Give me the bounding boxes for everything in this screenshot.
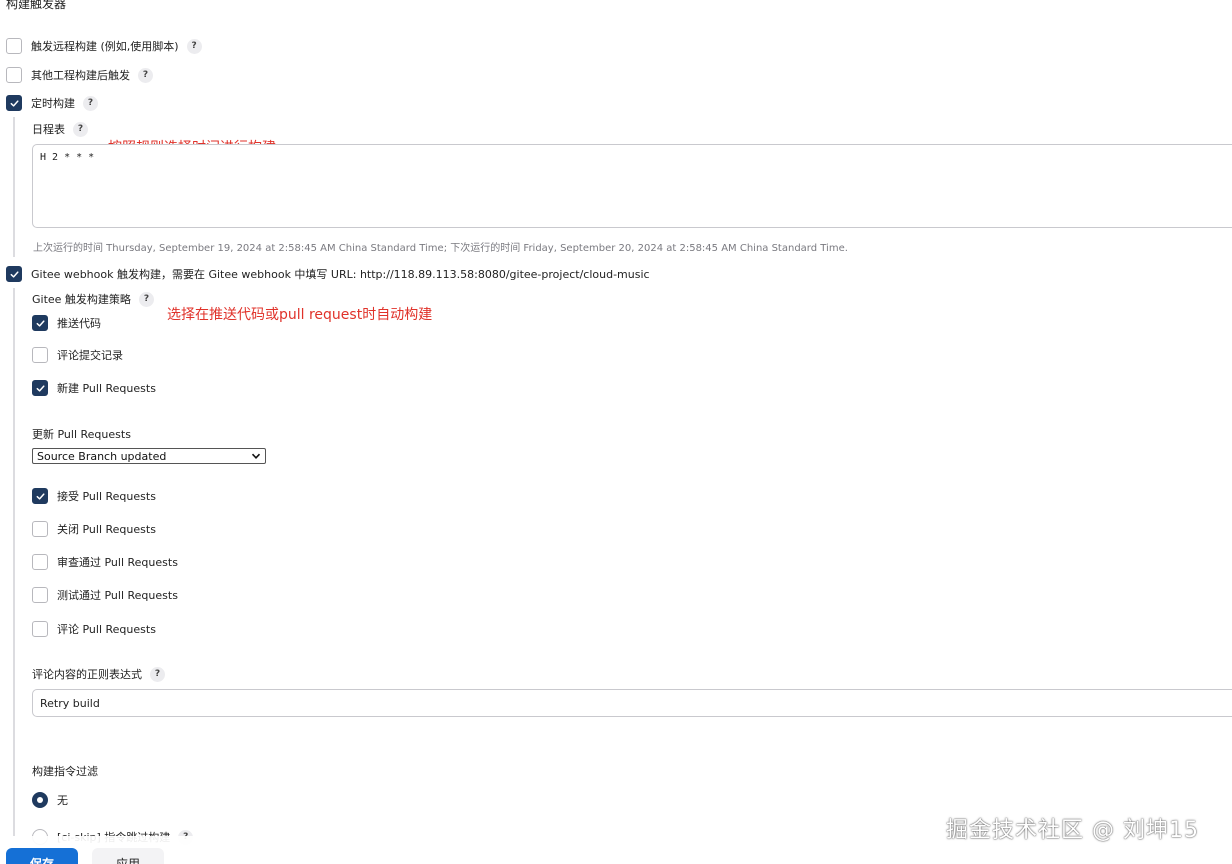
periodic-nest-line: [13, 117, 15, 257]
strategy-label: Gitee 触发构建策略: [32, 293, 131, 306]
review-pr-checkbox[interactable]: [32, 554, 48, 570]
build-filter-label: 构建指令过滤: [32, 765, 98, 778]
close-pr-checkbox[interactable]: [32, 521, 48, 537]
regex-input[interactable]: Retry build: [32, 689, 1232, 717]
schedule-textarea[interactable]: [32, 144, 1232, 228]
push-code-label: 推送代码: [57, 317, 101, 330]
trigger-periodic[interactable]: 定时构建 ?: [6, 95, 98, 111]
strategy-option[interactable]: 新建 Pull Requests: [32, 380, 156, 396]
schedule-hint: 上次运行的时间 Thursday, September 19, 2024 at …: [33, 243, 848, 254]
help-icon[interactable]: ?: [83, 95, 98, 111]
section-title: 构建触发器: [6, 0, 67, 11]
chevron-down-icon: [251, 453, 261, 459]
test-pr-checkbox[interactable]: [32, 587, 48, 603]
schedule-label: 日程表: [32, 123, 65, 136]
update-pr-label: 更新 Pull Requests: [32, 428, 131, 441]
filter-none-radio[interactable]: [32, 792, 48, 808]
review-pr-label: 审查通过 Pull Requests: [57, 556, 178, 569]
strategy-option[interactable]: 推送代码: [32, 315, 101, 331]
gitee-nest-line: [13, 288, 15, 836]
strategy-option[interactable]: 关闭 Pull Requests: [32, 521, 156, 537]
gitee-label: Gitee webhook 触发构建，需要在 Gitee webhook 中填写…: [31, 268, 650, 281]
new-pr-label: 新建 Pull Requests: [57, 382, 156, 395]
strategy-option[interactable]: 测试通过 Pull Requests: [32, 587, 178, 603]
close-pr-label: 关闭 Pull Requests: [57, 523, 156, 536]
periodic-label: 定时构建: [31, 97, 75, 110]
strategy-label-row: Gitee 触发构建策略 ?: [32, 291, 154, 307]
strategy-option[interactable]: 审查通过 Pull Requests: [32, 554, 178, 570]
periodic-checkbox[interactable]: [6, 95, 22, 111]
help-icon[interactable]: ?: [73, 121, 88, 137]
schedule-label-row: 日程表 ?: [32, 121, 88, 137]
update-pr-select[interactable]: Source Branch updated: [32, 448, 266, 464]
trigger-gitee[interactable]: Gitee webhook 触发构建，需要在 Gitee webhook 中填写…: [6, 266, 650, 282]
watermark: 掘金技术社区 @ 刘坤15: [946, 818, 1199, 843]
comment-pr-label: 评论 Pull Requests: [57, 623, 156, 636]
strategy-annotation: 选择在推送代码或pull request时自动构建: [167, 307, 433, 323]
save-button[interactable]: 保存: [6, 848, 78, 864]
new-pr-checkbox[interactable]: [32, 380, 48, 396]
remote-trigger-checkbox[interactable]: [6, 38, 22, 54]
comment-commit-label: 评论提交记录: [57, 349, 123, 362]
regex-value: Retry build: [40, 696, 100, 710]
filter-none-label: 无: [57, 794, 68, 807]
test-pr-label: 测试通过 Pull Requests: [57, 589, 178, 602]
after-other-label: 其他工程构建后触发: [31, 69, 130, 82]
strategy-option[interactable]: 接受 Pull Requests: [32, 488, 156, 504]
strategy-option[interactable]: 评论 Pull Requests: [32, 621, 156, 637]
help-icon[interactable]: ?: [138, 291, 154, 307]
strategy-option[interactable]: 评论提交记录: [32, 347, 123, 363]
after-other-checkbox[interactable]: [6, 67, 22, 83]
accept-pr-checkbox[interactable]: [32, 488, 48, 504]
regex-label: 评论内容的正则表达式: [32, 668, 142, 681]
comment-pr-checkbox[interactable]: [32, 621, 48, 637]
help-icon[interactable]: ?: [150, 666, 165, 682]
trigger-remote[interactable]: 触发远程构建 (例如,使用脚本) ?: [6, 38, 202, 54]
help-icon[interactable]: ?: [138, 67, 153, 83]
build-filter-option[interactable]: 无: [32, 792, 68, 808]
update-pr-selected: Source Branch updated: [37, 449, 167, 463]
help-icon[interactable]: ?: [186, 38, 202, 54]
push-code-checkbox[interactable]: [32, 315, 48, 331]
apply-button[interactable]: 应用: [92, 848, 164, 864]
remote-trigger-label: 触发远程构建 (例如,使用脚本): [31, 40, 179, 53]
gitee-checkbox[interactable]: [6, 266, 22, 282]
regex-label-row: 评论内容的正则表达式 ?: [32, 666, 165, 682]
accept-pr-label: 接受 Pull Requests: [57, 490, 156, 503]
trigger-after-other[interactable]: 其他工程构建后触发 ?: [6, 67, 153, 83]
schedule-value: H 2 * * *: [40, 152, 95, 163]
comment-commit-checkbox[interactable]: [32, 347, 48, 363]
